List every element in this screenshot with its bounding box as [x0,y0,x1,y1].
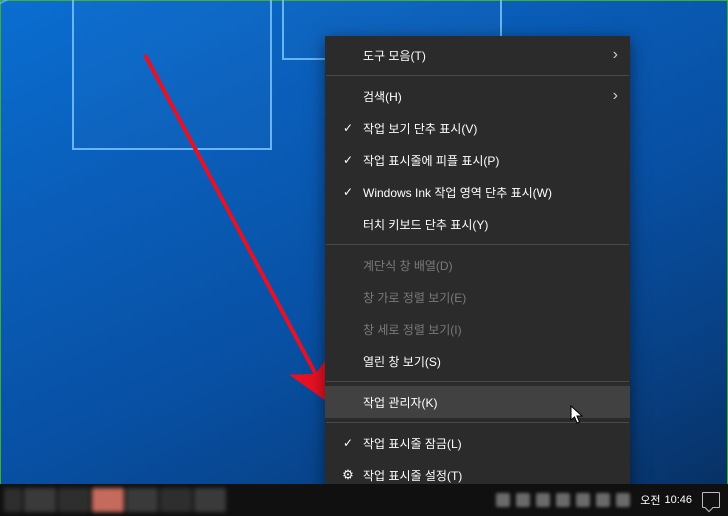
menu-separator [326,381,629,382]
taskbar-app-icon[interactable] [24,488,56,512]
gear-icon [337,467,359,483]
menu-item-label: 열린 창 보기(S) [359,353,618,370]
taskbar[interactable]: 오전 10:46 [0,484,728,516]
menu-item: 계단식 창 배열(D) [325,249,630,281]
menu-separator [326,422,629,423]
check-icon [337,121,359,135]
menu-item[interactable]: 작업 관리자(K) [325,386,630,418]
tray-icon[interactable] [496,493,510,507]
system-tray[interactable] [496,493,630,507]
menu-item[interactable]: 작업 보기 단추 표시(V) [325,112,630,144]
tray-icon[interactable] [516,493,530,507]
taskbar-context-menu: 도구 모음(T) 검색(H) 작업 보기 단추 표시(V) 작업 표시줄에 피플 표시… [325,36,630,494]
menu-item[interactable]: 작업 표시줄 잠금(L) [325,427,630,459]
menu-item-label: 작업 표시줄 설정(T) [359,467,618,484]
taskbar-app-icon[interactable] [160,488,192,512]
chevron-right-icon [604,47,618,63]
wallpaper-shape [72,0,272,150]
taskbar-clock[interactable]: 오전 10:46 [640,492,692,508]
check-icon [337,185,359,199]
taskbar-left-icons [0,488,226,512]
taskbar-right: 오전 10:46 [496,492,728,508]
menu-item-label: 검색(H) [359,88,604,105]
clock-prefix: 오전 [640,492,660,508]
menu-item-label: 도구 모음(T) [359,47,604,64]
clock-time: 10:46 [664,494,692,506]
menu-item[interactable]: 열린 창 보기(S) [325,345,630,377]
menu-item[interactable]: 터치 키보드 단추 표시(Y) [325,208,630,240]
menu-item-label: Windows Ink 작업 영역 단추 표시(W) [359,184,618,201]
menu-item-label: 작업 보기 단추 표시(V) [359,120,618,137]
menu-item-label: 창 세로 정렬 보기(I) [359,321,618,338]
taskbar-app-icon[interactable] [92,488,124,512]
desktop[interactable]: 도구 모음(T) 검색(H) 작업 보기 단추 표시(V) 작업 표시줄에 피플 표시… [0,0,728,516]
menu-separator [326,75,629,76]
menu-item: 창 세로 정렬 보기(I) [325,313,630,345]
check-icon [337,153,359,167]
check-icon [337,436,359,450]
tray-icon[interactable] [556,493,570,507]
menu-item[interactable]: Windows Ink 작업 영역 단추 표시(W) [325,176,630,208]
menu-item: 창 가로 정렬 보기(E) [325,281,630,313]
menu-item-label: 창 가로 정렬 보기(E) [359,289,618,306]
tray-icon[interactable] [616,493,630,507]
tray-icon[interactable] [536,493,550,507]
taskbar-app-icon[interactable] [4,488,22,512]
tray-icon[interactable] [576,493,590,507]
menu-item-label: 작업 표시줄 잠금(L) [359,435,618,452]
menu-item[interactable]: 작업 표시줄에 피플 표시(P) [325,144,630,176]
tray-icon[interactable] [596,493,610,507]
menu-item[interactable]: 검색(H) [325,80,630,112]
taskbar-app-icon[interactable] [126,488,158,512]
menu-item-label: 작업 표시줄에 피플 표시(P) [359,152,618,169]
taskbar-app-icon[interactable] [58,488,90,512]
menu-item-label: 터치 키보드 단추 표시(Y) [359,216,618,233]
taskbar-app-icon[interactable] [194,488,226,512]
menu-item-label: 작업 관리자(K) [359,394,618,411]
action-center-icon[interactable] [702,492,720,508]
chevron-right-icon [604,88,618,104]
menu-separator [326,244,629,245]
menu-item[interactable]: 도구 모음(T) [325,39,630,71]
menu-item-label: 계단식 창 배열(D) [359,257,618,274]
